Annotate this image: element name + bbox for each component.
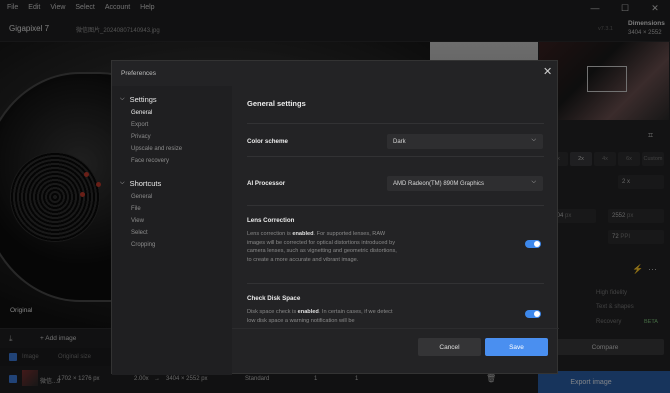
desc-status: enabled bbox=[292, 231, 314, 237]
check-disk-space-label: Check Disk Space bbox=[247, 295, 301, 302]
sidebar-item-shortcuts-select[interactable]: Select bbox=[131, 230, 148, 236]
lens-correction-label: Lens Correction bbox=[247, 217, 295, 224]
check-disk-space-description: Disk space check is enabled. In certain … bbox=[247, 308, 397, 325]
footer-divider bbox=[232, 328, 559, 329]
save-button[interactable]: Save bbox=[485, 338, 548, 356]
page-title: General settings bbox=[247, 99, 306, 108]
preferences-sidebar: ⌵ Settings General Export Privacy Upscal… bbox=[112, 86, 232, 375]
sidebar-item-general[interactable]: General bbox=[131, 110, 152, 116]
sidebar-item-privacy[interactable]: Privacy bbox=[131, 134, 151, 140]
close-icon[interactable]: ✕ bbox=[543, 67, 552, 78]
sidebar-item-shortcuts-general[interactable]: General bbox=[131, 194, 152, 200]
divider bbox=[247, 156, 544, 157]
lens-correction-description: Lens correction is enabled. For supporte… bbox=[247, 230, 397, 264]
desc-status: enabled bbox=[297, 309, 319, 315]
sidebar-item-export[interactable]: Export bbox=[131, 122, 148, 128]
nav-group-settings[interactable]: ⌵ Settings bbox=[120, 95, 157, 104]
nav-group-label: Settings bbox=[129, 95, 157, 104]
sidebar-item-face-recovery[interactable]: Face recovery bbox=[131, 158, 169, 164]
chevron-down-icon: ⌵ bbox=[120, 180, 125, 186]
save-label: Save bbox=[509, 343, 524, 351]
sidebar-item-shortcuts-file[interactable]: File bbox=[131, 206, 141, 212]
cancel-label: Cancel bbox=[439, 343, 460, 351]
ai-processor-label: AI Processor bbox=[247, 180, 286, 187]
color-scheme-label: Color scheme bbox=[247, 138, 288, 145]
nav-group-shortcuts[interactable]: ⌵ Shortcuts bbox=[120, 179, 161, 188]
ai-processor-select[interactable]: AMD Radeon(TM) 890M Graphics ⌵ bbox=[387, 176, 543, 191]
preferences-dialog: Preferences ✕ ⌵ Settings General Export … bbox=[111, 60, 559, 375]
check-disk-space-section: Check Disk Space bbox=[247, 295, 547, 302]
desc-text: Disk space check is bbox=[247, 309, 298, 315]
check-disk-space-toggle[interactable] bbox=[525, 310, 541, 318]
divider bbox=[247, 205, 544, 206]
lens-correction-section: Lens Correction bbox=[247, 217, 547, 224]
chevron-down-icon: ⌵ bbox=[120, 96, 125, 102]
divider bbox=[247, 283, 544, 284]
chevron-down-icon: ⌵ bbox=[531, 179, 536, 185]
lens-correction-toggle[interactable] bbox=[525, 240, 541, 248]
cancel-button[interactable]: Cancel bbox=[418, 338, 481, 356]
divider bbox=[247, 123, 544, 124]
sidebar-item-shortcuts-view[interactable]: View bbox=[131, 218, 144, 224]
color-scheme-value: Dark bbox=[393, 138, 406, 145]
nav-group-label: Shortcuts bbox=[129, 179, 162, 188]
sidebar-item-shortcuts-cropping[interactable]: Cropping bbox=[131, 242, 155, 248]
color-scheme-select[interactable]: Dark ⌵ bbox=[387, 134, 543, 149]
chevron-down-icon: ⌵ bbox=[531, 137, 536, 143]
dialog-title: Preferences bbox=[121, 70, 157, 77]
sidebar-item-upscale-resize[interactable]: Upscale and resize bbox=[131, 146, 182, 152]
ai-processor-value: AMD Radeon(TM) 890M Graphics bbox=[393, 180, 485, 187]
desc-text: Lens correction is bbox=[247, 231, 293, 237]
